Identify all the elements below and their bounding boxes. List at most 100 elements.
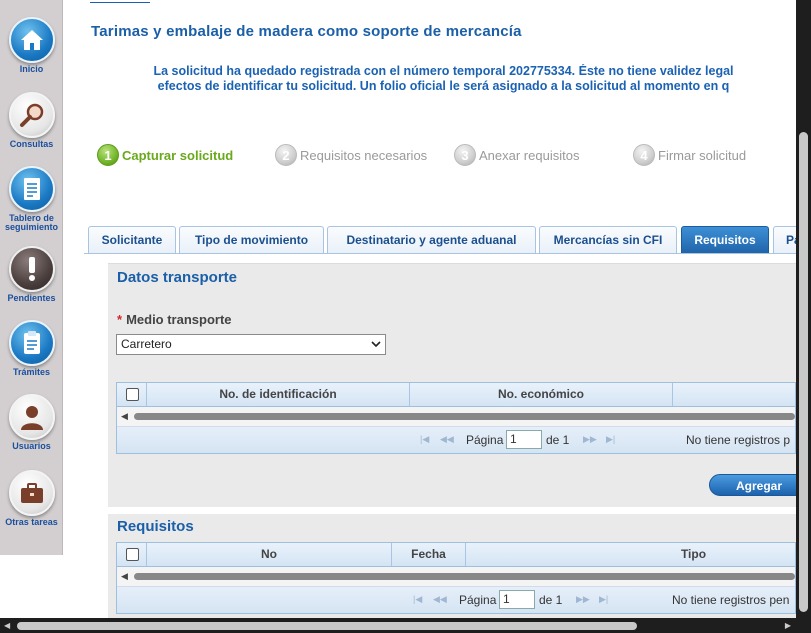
- sidebar-label: Consultas: [9, 139, 54, 149]
- next-page-icon[interactable]: ▶▶: [576, 594, 590, 605]
- prev-page-icon[interactable]: ◀◀: [440, 434, 454, 445]
- sidebar-item-usuarios[interactable]: Usuarios: [0, 394, 63, 451]
- scroll-left-icon[interactable]: ◀: [4, 621, 10, 630]
- step-capturar-solicitud[interactable]: 1 Capturar solicitud: [97, 144, 233, 166]
- page-title: Tarimas y embalaje de madera como soport…: [91, 23, 522, 40]
- step-label: Capturar solicitud: [122, 147, 234, 163]
- sidebar-label: Tablero de seguimiento: [4, 213, 58, 232]
- step-number: 3: [454, 144, 476, 166]
- sidebar-label: Usuarios: [12, 441, 51, 451]
- page-label: Página: [466, 433, 504, 447]
- tab-requisitos[interactable]: Requisitos: [681, 226, 769, 253]
- registration-notice: La solicitud ha quedado registrada con e…: [91, 64, 796, 94]
- prev-page-icon[interactable]: ◀◀: [433, 594, 447, 605]
- column-header[interactable]: No. económico: [410, 383, 673, 406]
- tab-pa[interactable]: Pa: [773, 226, 796, 253]
- magnifier-icon: [8, 92, 55, 138]
- column-header[interactable]: P: [673, 383, 795, 406]
- select-all-cell: [117, 543, 147, 566]
- scroll-left-icon[interactable]: ◀: [121, 571, 128, 582]
- form-tabs: Solicitante Tipo de movimiento Destinata…: [84, 222, 796, 254]
- column-header[interactable]: No. de identificación: [147, 383, 410, 406]
- column-header[interactable]: Tipo: [466, 543, 795, 566]
- sidebar-label: Inicio: [19, 64, 44, 74]
- last-page-icon[interactable]: ▶|: [606, 434, 615, 445]
- scroll-thumb[interactable]: [134, 413, 795, 420]
- page-label: Página: [459, 593, 497, 607]
- page-of-label: de 1: [546, 433, 570, 447]
- home-icon: [8, 17, 55, 63]
- empty-records-text: No tiene registros pen: [672, 593, 790, 607]
- vertical-scroll-thumb[interactable]: [799, 132, 808, 612]
- left-sidebar: Inicio Consultas Tablero de seguimiento …: [0, 0, 63, 555]
- grid-pager: |◀ ◀◀ Página 1 de 1 ▶▶ ▶| No tiene regis…: [117, 427, 795, 453]
- next-page-icon[interactable]: ▶▶: [583, 434, 597, 445]
- last-page-icon[interactable]: ▶|: [599, 594, 608, 605]
- requisitos-grid: No Fecha Tipo ◀ |◀ ◀◀ Página 1 de 1 ▶▶ ▶…: [116, 542, 796, 614]
- page-input[interactable]: 1: [499, 590, 535, 609]
- user-icon: [8, 394, 55, 440]
- grid-horizontal-scrollbar[interactable]: ◀: [117, 567, 795, 587]
- select-all-cell: [117, 383, 147, 406]
- first-page-icon[interactable]: |◀: [420, 434, 429, 445]
- horizontal-scrollbar[interactable]: ◀ ▶: [0, 618, 811, 633]
- grid-header: No Fecha Tipo: [117, 543, 795, 567]
- tab-tipo-movimiento[interactable]: Tipo de movimiento: [179, 226, 324, 253]
- page-of-label: de 1: [539, 593, 563, 607]
- column-header[interactable]: Fecha: [392, 543, 466, 566]
- section-title-transporte: Datos transporte: [117, 269, 238, 286]
- medio-transporte-label: * Medio transporte: [117, 312, 232, 327]
- step-firmar-solicitud[interactable]: 4 Firmar solicitud: [633, 144, 746, 166]
- document-icon: [8, 166, 55, 212]
- select-value: Carretero: [121, 337, 172, 351]
- step-anexar-requisitos[interactable]: 3 Anexar requisitos: [454, 144, 579, 166]
- transport-grid: No. de identificación No. económico P ◀ …: [116, 382, 796, 454]
- transport-panel: Datos transporte * Medio transporte Carre…: [108, 263, 809, 507]
- requisitos-panel: Requisitos No Fecha Tipo ◀ |◀ ◀◀ Página …: [108, 514, 796, 633]
- sidebar-label: Pendientes: [7, 293, 56, 303]
- briefcase-icon: [8, 470, 55, 516]
- step-number: 4: [633, 144, 655, 166]
- select-all-checkbox[interactable]: [126, 388, 139, 401]
- vertical-scrollbar[interactable]: [796, 0, 811, 633]
- top-link[interactable]: [90, 0, 150, 3]
- sidebar-item-otras-tareas[interactable]: Otras tareas: [0, 470, 63, 527]
- scroll-left-icon[interactable]: ◀: [121, 411, 128, 422]
- grid-header: No. de identificación No. económico P: [117, 383, 795, 407]
- chevron-down-icon: [371, 335, 381, 361]
- section-title-requisitos: Requisitos: [117, 518, 194, 535]
- page-input[interactable]: 1: [506, 430, 542, 449]
- grid-horizontal-scrollbar[interactable]: ◀: [117, 407, 795, 427]
- tab-destinatario[interactable]: Destinatario y agente aduanal: [327, 226, 536, 253]
- scroll-thumb[interactable]: [134, 573, 795, 580]
- sidebar-item-tablero[interactable]: Tablero de seguimiento: [0, 166, 63, 232]
- sidebar-item-inicio[interactable]: Inicio: [0, 17, 63, 74]
- clipboard-icon: [8, 320, 55, 366]
- sidebar-label: Trámites: [12, 367, 51, 377]
- horizontal-scroll-thumb[interactable]: [17, 622, 637, 630]
- exclamation-icon: [8, 246, 55, 292]
- grid-pager: |◀ ◀◀ Página 1 de 1 ▶▶ ▶| No tiene regis…: [117, 587, 795, 613]
- empty-records-text: No tiene registros p: [686, 433, 791, 447]
- sidebar-item-consultas[interactable]: Consultas: [0, 92, 63, 149]
- step-number: 1: [97, 144, 119, 166]
- agregar-button[interactable]: Agregar: [709, 474, 809, 496]
- medio-transporte-select[interactable]: Carretero: [116, 334, 386, 355]
- step-label: Requisitos necesarios: [300, 147, 428, 163]
- tab-solicitante[interactable]: Solicitante: [88, 226, 176, 253]
- column-header[interactable]: No: [147, 543, 392, 566]
- scroll-right-icon[interactable]: ▶: [785, 621, 791, 630]
- step-label: Anexar requisitos: [479, 147, 580, 163]
- step-requisitos-necesarios[interactable]: 2 Requisitos necesarios: [275, 144, 427, 166]
- sidebar-label: Otras tareas: [5, 517, 58, 527]
- required-mark: *: [117, 312, 123, 327]
- step-label: Firmar solicitud: [658, 147, 747, 163]
- select-all-checkbox[interactable]: [126, 548, 139, 561]
- notice-line-2: efectos de identificar tu solicitud. Un …: [157, 79, 730, 93]
- tab-mercancias[interactable]: Mercancías sin CFI: [539, 226, 677, 253]
- sidebar-item-pendientes[interactable]: Pendientes: [0, 246, 63, 303]
- first-page-icon[interactable]: |◀: [413, 594, 422, 605]
- notice-line-1: La solicitud ha quedado registrada con e…: [153, 64, 734, 78]
- medio-transporte-label-text: Medio transporte: [126, 312, 232, 327]
- sidebar-item-tramites[interactable]: Trámites: [0, 320, 63, 377]
